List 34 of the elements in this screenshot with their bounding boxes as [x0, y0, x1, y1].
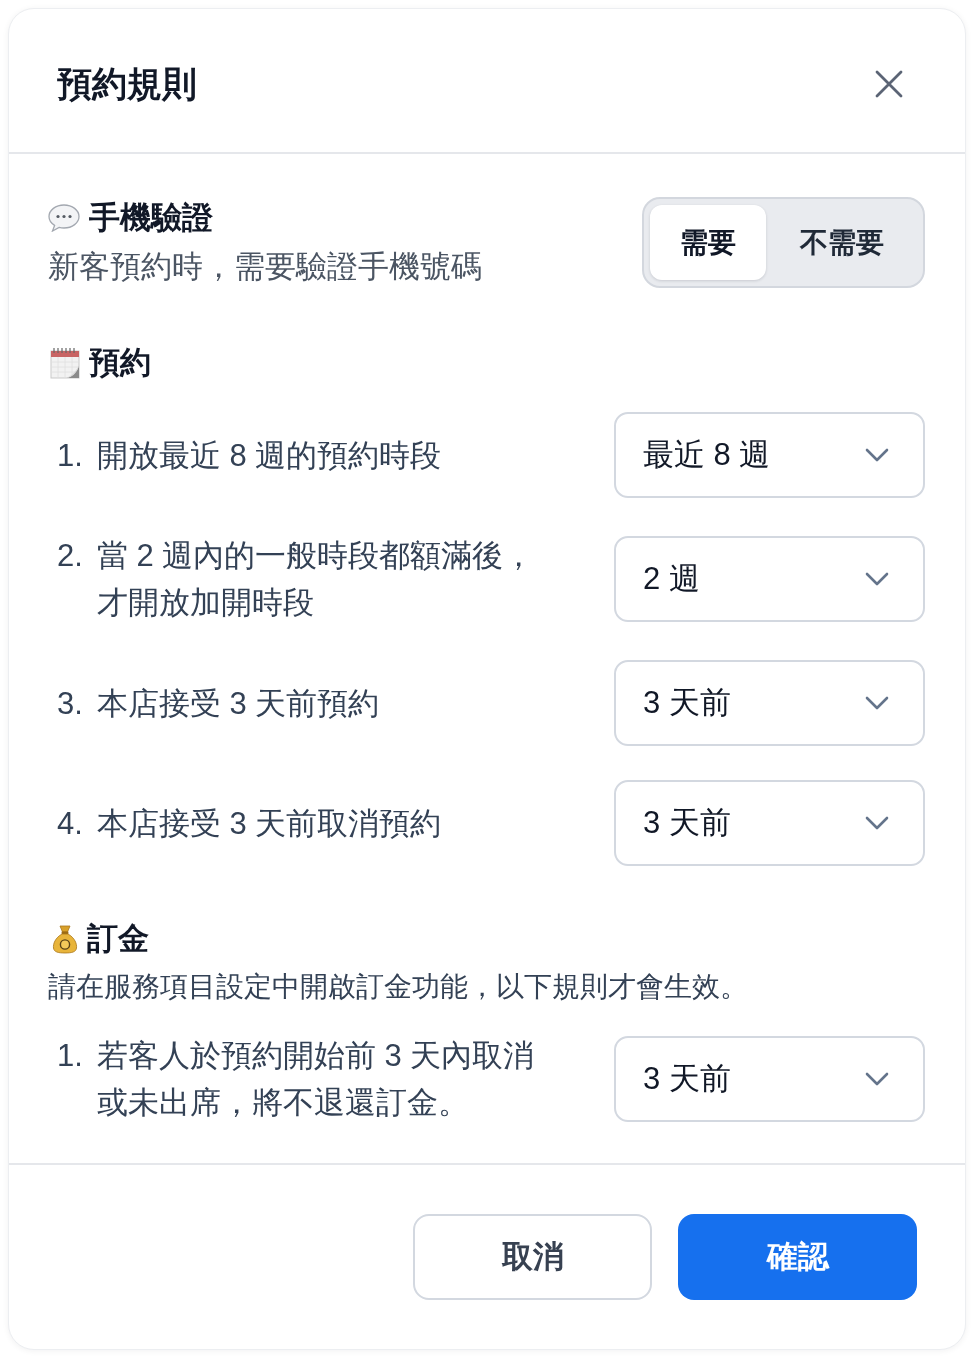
- chevron-down-icon: [865, 572, 889, 586]
- dropdown-select[interactable]: 3 天前: [614, 660, 925, 746]
- calendar-icon: [50, 347, 80, 379]
- cancel-button[interactable]: 取消: [413, 1214, 652, 1300]
- dialog-title: 預約規則: [57, 62, 197, 105]
- section-title: 手機驗證: [89, 198, 213, 237]
- toggle-option[interactable]: 需要: [650, 205, 766, 280]
- speech-bubble-icon: [48, 203, 80, 232]
- rule-text: 本店接受 3 天前預約: [97, 684, 381, 723]
- rule-text: 本店接受 3 天前取消預約: [97, 804, 443, 843]
- confirm-button[interactable]: 確認: [678, 1214, 917, 1300]
- section-description: 新客預約時，需要驗證手機號碼: [48, 247, 482, 286]
- dropdown-select[interactable]: 3 天前: [614, 780, 925, 866]
- toggle-option[interactable]: 不需要: [766, 205, 917, 280]
- rule-text: 若客人於預約開始前 3 天內取消或未出席，將不退還訂金。: [97, 1037, 536, 1122]
- chevron-down-icon: [865, 816, 889, 830]
- close-icon: [875, 69, 903, 98]
- section-description: 請在服務項目設定中開啟訂金功能，以下規則才會生效。: [48, 970, 749, 1004]
- section-title: 預約: [89, 344, 151, 382]
- dropdown-select[interactable]: 3 天前: [614, 1036, 925, 1122]
- list-number: 2.: [57, 537, 84, 575]
- rule-text: 開放最近 8 週的預約時段: [97, 436, 443, 475]
- list-number: 4.: [57, 804, 84, 843]
- money-bag-icon: [52, 924, 78, 954]
- section-title: 訂金: [87, 920, 149, 958]
- chevron-down-icon: [865, 1072, 889, 1086]
- rule-text: 當 2 週內的一般時段都額滿後，才開放加開時段: [97, 537, 536, 622]
- chevron-down-icon: [865, 696, 889, 710]
- dropdown-select[interactable]: 2 週: [614, 536, 925, 622]
- list-number: 1.: [57, 436, 84, 475]
- chevron-down-icon: [865, 448, 889, 462]
- list-number: 1.: [57, 1037, 84, 1075]
- list-number: 3.: [57, 684, 84, 723]
- dropdown-select[interactable]: 最近 8 週: [614, 412, 925, 498]
